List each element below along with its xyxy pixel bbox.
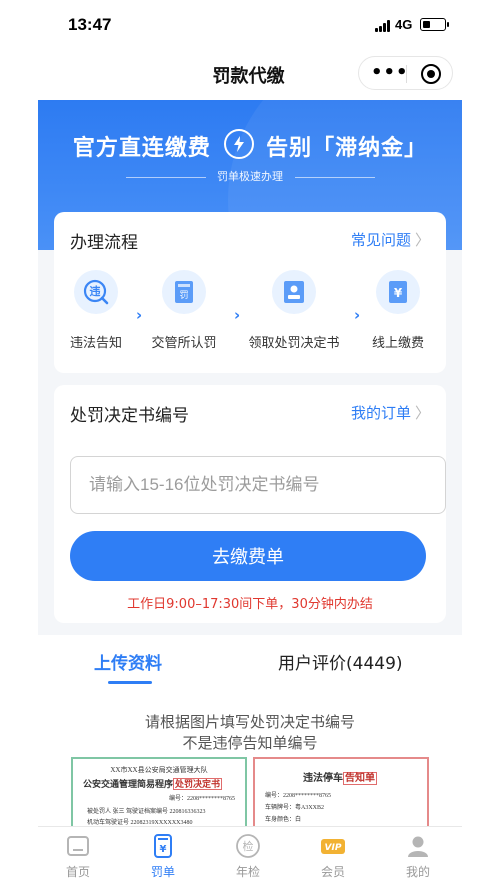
sample-doc-authority: XX市XX县公安局交通管理大队 — [110, 766, 208, 774]
banner-headline-left: 官方直连缴费 — [72, 136, 211, 161]
sample-notice-title-prefix: 违法停车 — [303, 773, 343, 784]
process-step-label: 交管所认罚 — [151, 336, 217, 351]
process-step-label: 线上缴费 — [371, 336, 424, 351]
yuan-payment-icon: ¥ — [376, 270, 420, 314]
status-bar: 13:47 4G — [0, 0, 497, 52]
process-step-label: 领取处罚决定书 — [248, 336, 340, 351]
nav-bar: 罚款代缴 ••• — [0, 52, 497, 96]
upload-hint-line2: 不是违停告知单编号 — [182, 734, 318, 752]
chevron-right-icon: › — [234, 306, 241, 324]
sample-doc-title-prefix: 公安交通管理简易程序 — [83, 779, 174, 789]
business-hours-notice: 工作日9:00–17:30间下单，30分钟内办结 — [127, 597, 373, 612]
faq-link-label: 常见问题 — [350, 231, 411, 249]
process-card: 办理流程 常见问题〉 违 违法告知 › 罚 交管所认罚 › 领取处罚决定书 › — [54, 212, 446, 373]
tabbar-label: 首页 — [65, 865, 90, 879]
active-tab-indicator — [108, 681, 152, 684]
tabbar-item-inspection[interactable]: 检 年检 — [208, 833, 288, 880]
more-icon[interactable]: ••• — [371, 64, 408, 82]
svg-text:违: 违 — [90, 284, 101, 298]
my-orders-label: 我的订单 — [350, 404, 411, 422]
banner-subtitle-row: 罚单极速办理 — [38, 168, 462, 184]
decision-certificate-icon — [272, 270, 316, 314]
inspection-icon: 检 — [235, 833, 261, 859]
tabbar-item-vip[interactable]: VIP 会员 — [293, 833, 373, 880]
penalty-document-icon: 罚 — [162, 270, 206, 314]
sample-doc-person: 被处罚人 张三 驾驶证档案编号 220816336323 — [87, 809, 206, 815]
mini-program-capsule: ••• — [358, 56, 453, 90]
close-target-icon[interactable] — [421, 64, 441, 84]
decision-number-input[interactable] — [70, 456, 446, 514]
sample-notice-number: 编号：2208********8765 — [265, 793, 332, 799]
sample-doc-title-highlight: 处罚决定书 — [173, 778, 223, 790]
chevron-right-icon: 〉 — [414, 404, 430, 422]
decision-card: 处罚决定书编号 我的订单〉 去缴费单 工作日9:00–17:30间下单，30分钟… — [54, 385, 446, 623]
home-icon — [65, 833, 91, 859]
sample-notice-title: 违法停车 告知单 — [303, 769, 427, 785]
network-label: 4G — [395, 17, 413, 32]
battery-level — [423, 21, 430, 28]
svg-text:罚: 罚 — [179, 290, 188, 301]
sample-doc-license: 机动车驾驶证号 22082319XXXXXX3480 — [87, 820, 193, 826]
tabbar-label: 会员 — [320, 865, 345, 879]
tabbar-item-tickets[interactable]: ¥ 罚单 — [123, 833, 203, 880]
status-time: 13:47 — [68, 15, 112, 34]
vip-badge-text: VIP — [325, 843, 342, 853]
profile-icon — [405, 833, 431, 859]
battery-icon — [420, 18, 449, 31]
tabbar-item-profile[interactable]: 我的 — [378, 833, 458, 880]
process-step-4: ¥ 线上缴费 — [350, 270, 446, 351]
tabbar-item-home[interactable]: 首页 — [38, 833, 118, 880]
sample-notice-plate: 车辆牌号：粤A3XXB2 — [265, 805, 325, 811]
lightning-icon — [223, 129, 254, 159]
banner-headline: 官方直连缴费 告别「滞纳金」 — [38, 129, 462, 162]
decision-title: 处罚决定书编号 — [70, 406, 189, 426]
sample-notice-color: 车身颜色：白 — [265, 817, 302, 823]
sample-notice-title-highlight: 告知单 — [343, 772, 377, 785]
signal-icon — [375, 20, 393, 32]
page-content: 官方直连缴费 告别「滞纳金」 罚单极速办理 办理流程 常见问题〉 违 违法告知 … — [38, 100, 462, 883]
tab-upload-materials[interactable]: 上传资料 — [94, 649, 162, 674]
svg-text:¥: ¥ — [160, 844, 167, 855]
process-title: 办理流程 — [70, 233, 138, 253]
ticket-icon: ¥ — [150, 833, 176, 859]
go-pay-button[interactable]: 去缴费单 — [70, 531, 426, 581]
banner-divider-right — [294, 176, 375, 178]
vip-icon: VIP — [320, 833, 346, 859]
faq-link[interactable]: 常见问题〉 — [351, 229, 430, 250]
banner-headline-right: 告别「滞纳金」 — [266, 136, 428, 161]
banner-divider-left — [125, 176, 206, 178]
tabbar-label: 罚单 — [150, 865, 175, 879]
process-step-1: 违 违法告知 — [48, 270, 144, 351]
violation-notice-icon: 违 — [74, 270, 118, 314]
tab-user-reviews[interactable]: 用户评价(4449) — [278, 649, 403, 674]
sample-doc-number: 编号：2208********8765 — [169, 796, 236, 802]
svg-text:¥: ¥ — [394, 286, 403, 300]
tabbar-label: 我的 — [405, 865, 430, 879]
chevron-right-icon: 〉 — [414, 231, 430, 249]
tabbar-label: 年检 — [235, 865, 260, 879]
bottom-tab-bar: 首页 ¥ 罚单 检 年检 VIP 会员 我的 — [38, 826, 462, 883]
process-step-2: 罚 交管所认罚 — [136, 270, 232, 351]
inspection-badge-text: 检 — [243, 839, 254, 853]
upload-hint-line1: 请根据图片填写处罚决定书编号 — [144, 713, 355, 731]
my-orders-link[interactable]: 我的订单〉 — [351, 402, 430, 423]
sample-doc-title: 公安交通管理简易程序 处罚决定书 — [83, 777, 245, 790]
process-step-label: 违法告知 — [69, 336, 122, 351]
process-step-3: 领取处罚决定书 — [246, 270, 342, 351]
capsule-divider — [406, 65, 407, 83]
banner-subtitle: 罚单极速办理 — [217, 170, 283, 183]
